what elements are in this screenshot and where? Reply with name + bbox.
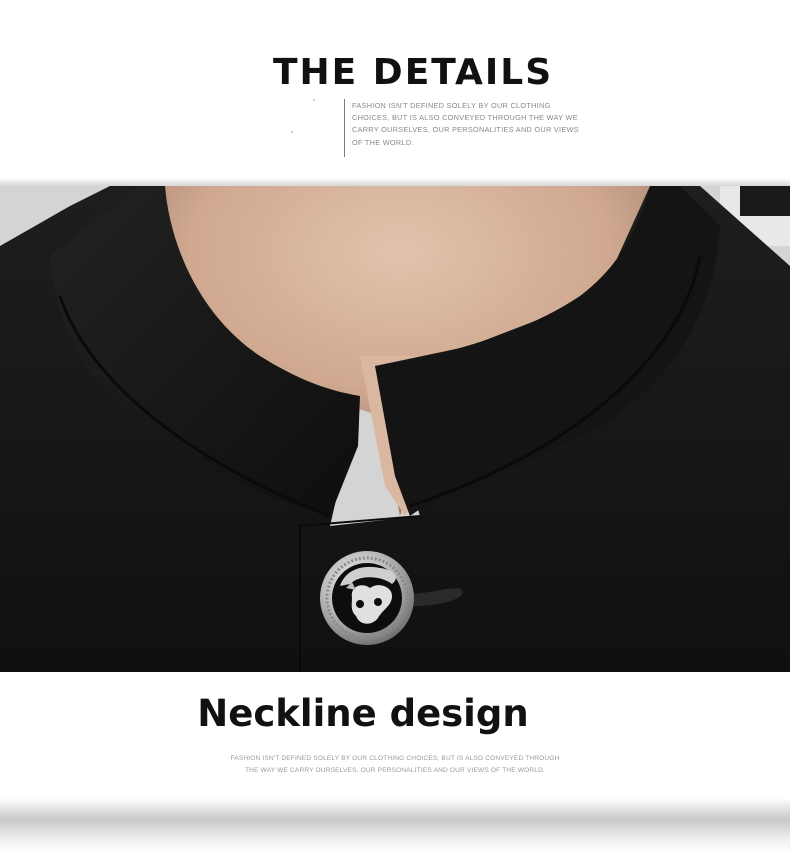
section-title: THE DETAILS: [273, 52, 554, 93]
detail-subcaption: FASHION ISN'T DEFINED SOLELY BY OUR CLOT…: [230, 755, 560, 774]
photo-shadow-top: [0, 178, 790, 186]
decorative-dot: [313, 99, 315, 101]
title-divider: [344, 99, 345, 157]
detail-caption: Neckline design: [197, 692, 529, 735]
details-header: THE DETAILS FASHION ISN'T DEFINED SOLELY…: [0, 0, 790, 180]
photo-shadow-bottom: [0, 798, 790, 852]
header-tagline: FASHION ISN'T DEFINED SOLELY BY OUR CLOT…: [352, 101, 579, 147]
ornamental-button: [320, 551, 414, 645]
neckline-photo: [0, 186, 790, 672]
decorative-dot: [291, 131, 293, 133]
